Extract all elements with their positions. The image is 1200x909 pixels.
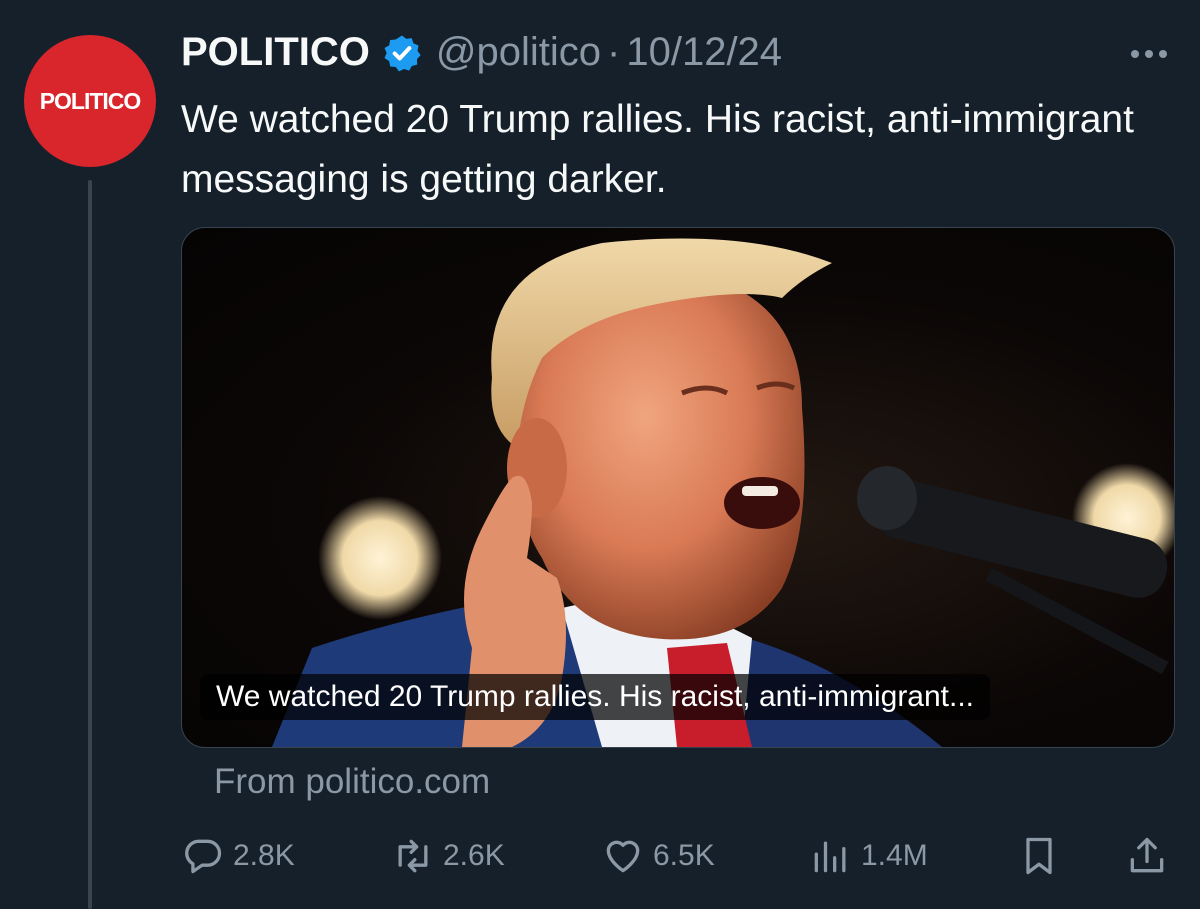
handle[interactable]: @politico (436, 30, 601, 75)
analytics-icon (814, 841, 846, 873)
repost-icon (398, 839, 428, 873)
tweet: POLITICO POLITICO @politico · 10/12/24 W… (0, 0, 1200, 909)
tweet-header: POLITICO @politico · 10/12/24 (181, 30, 782, 75)
repost-count: 2.6K (443, 839, 505, 872)
more-options-icon[interactable] (1128, 44, 1170, 64)
display-name[interactable]: POLITICO (181, 30, 370, 75)
like-button[interactable]: 6.5K (601, 834, 715, 878)
thread-line (88, 180, 92, 909)
action-bar: 2.8K 2.6K 6.5K 1.4M (181, 834, 1173, 878)
views-button[interactable]: 1.4M (809, 834, 928, 878)
like-count: 6.5K (653, 839, 715, 872)
share-button[interactable] (1125, 834, 1169, 878)
bookmark-icon (1026, 837, 1052, 875)
card-caption: We watched 20 Trump rallies. His racist,… (200, 674, 991, 720)
heart-icon (606, 840, 640, 873)
reply-icon (185, 839, 222, 874)
timestamp[interactable]: 10/12/24 (626, 30, 782, 75)
card-source-link[interactable]: From politico.com (214, 762, 490, 802)
share-icon (1130, 837, 1164, 873)
link-card[interactable]: We watched 20 Trump rallies. His racist,… (181, 227, 1175, 748)
repost-button[interactable]: 2.6K (391, 834, 505, 878)
bookmark-button[interactable] (1017, 834, 1061, 878)
reply-button[interactable]: 2.8K (181, 834, 295, 878)
card-photo (272, 238, 1174, 747)
avatar[interactable]: POLITICO (24, 35, 156, 167)
separator-dot: · (607, 30, 621, 74)
avatar-logo-text: POLITICO (39, 87, 142, 114)
views-count: 1.4M (861, 839, 928, 872)
reply-count: 2.8K (233, 839, 295, 872)
tweet-text: We watched 20 Trump rallies. His racist,… (181, 98, 1134, 201)
verified-badge-icon (384, 35, 421, 71)
